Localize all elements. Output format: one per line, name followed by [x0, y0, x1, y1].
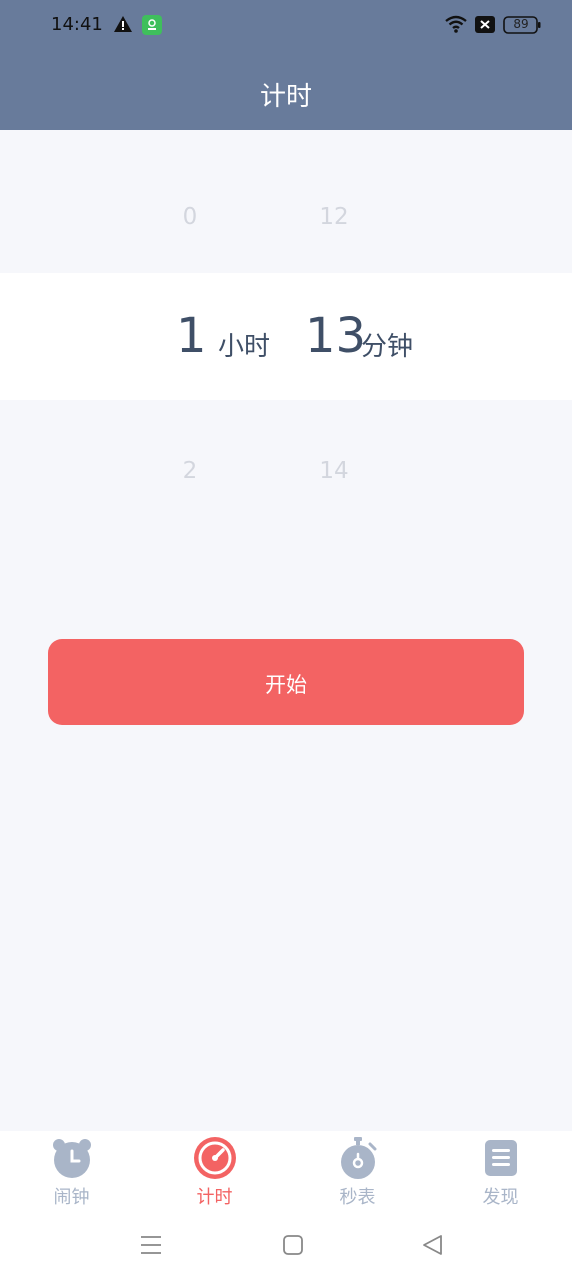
minute-unit-label: 分钟: [361, 332, 414, 362]
nav-item-alarm[interactable]: 闹钟: [0, 1131, 143, 1211]
status-time: 14:41: [51, 14, 103, 35]
page-title: 计时: [259, 82, 312, 112]
wifi-icon: [445, 15, 467, 33]
alarm-clock-icon: [53, 1139, 91, 1178]
app-notification-icon: [142, 15, 162, 35]
app-header: 计时: [0, 50, 572, 130]
warning-icon: [114, 16, 132, 32]
discover-icon: [485, 1140, 517, 1176]
start-button-label: 开始: [265, 673, 307, 697]
back-icon[interactable]: [421, 1233, 445, 1257]
nav-label-discover: 发现: [482, 1187, 519, 1208]
hour-option-next[interactable]: 2: [170, 458, 210, 484]
minute-option-next[interactable]: 14: [310, 458, 358, 484]
nav-label-stopwatch: 秒表: [339, 1187, 376, 1208]
battery-level: 89: [513, 17, 529, 31]
nav-item-stopwatch[interactable]: 秒表: [286, 1131, 429, 1211]
no-sim-icon: [475, 16, 495, 33]
hour-option-prev[interactable]: 0: [170, 204, 210, 230]
timer-icon: [194, 1137, 236, 1179]
hour-selected[interactable]: 1: [176, 308, 207, 364]
nav-label-timer: 计时: [196, 1187, 233, 1208]
nav-label-alarm: 闹钟: [53, 1187, 90, 1208]
nav-item-timer[interactable]: 计时: [143, 1131, 286, 1211]
nav-item-discover[interactable]: 发现: [429, 1131, 572, 1211]
picker-selected-band: [0, 273, 572, 400]
home-icon[interactable]: [281, 1233, 305, 1257]
stopwatch-icon: [341, 1137, 377, 1179]
menu-icon[interactable]: [139, 1233, 163, 1257]
start-button[interactable]: 开始: [48, 639, 524, 725]
hour-unit-label: 小时: [218, 332, 271, 362]
system-nav-bar: [0, 1211, 572, 1280]
bottom-nav: 闹钟 计时 秒表 发现: [0, 1131, 572, 1211]
minute-option-prev[interactable]: 12: [310, 204, 358, 230]
minute-selected[interactable]: 13: [305, 308, 366, 364]
status-bar: 14:41 89: [0, 0, 572, 50]
